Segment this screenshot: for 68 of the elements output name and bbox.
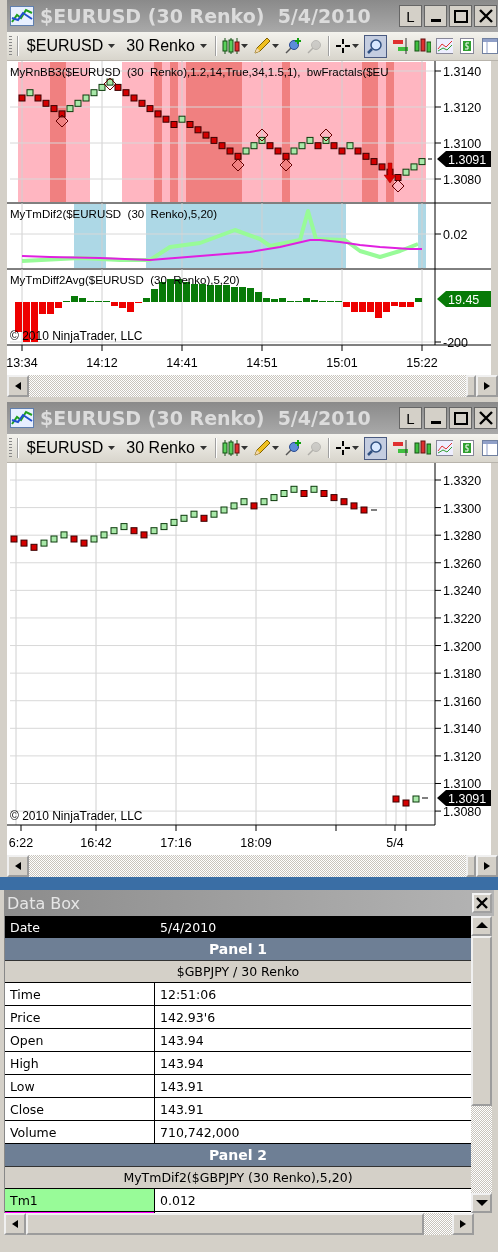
- axis-label: 1.3140: [443, 722, 482, 737]
- time-label: 14:41: [166, 356, 198, 370]
- table-cell-text: Date: [9, 918, 41, 937]
- axis-label: -200: [443, 336, 469, 350]
- axis-label: 1.3080: [443, 173, 482, 187]
- price-marker: 1.3091: [437, 151, 491, 167]
- instrument-dropdown[interactable]: $EURUSD: [23, 437, 119, 459]
- indicator-label: MyTmDiff2Avg($EURUSD (30 Renko),5,20): [10, 274, 240, 286]
- time-label: 13:34: [7, 356, 38, 370]
- time-label: 6:22: [8, 836, 34, 850]
- window-title: Data Box: [7, 893, 81, 913]
- table-cell-text: 143.94: [159, 1054, 205, 1073]
- section-header: Panel 1: [5, 938, 471, 961]
- table-cell-text: 710,742,000: [159, 1123, 241, 1142]
- link-button[interactable]: L: [399, 407, 422, 429]
- time-label: 15:01: [326, 356, 358, 370]
- axis-label: 1.3100: [443, 137, 482, 151]
- axis-label: 1.3320: [443, 474, 482, 488]
- table-cell: Close: [5, 1098, 155, 1120]
- axis-label: 1.3300: [443, 501, 482, 516]
- axis-label: 1.3140: [443, 65, 482, 79]
- period-dropdown[interactable]: 30 Renko: [123, 35, 210, 57]
- time-label: 5/4: [386, 836, 404, 850]
- table-cell: Low: [5, 1075, 155, 1097]
- axis-label: 1.3260: [443, 556, 482, 571]
- indicator-label: MyRnBB3($EURUSD (30 Renko),1.2,14,True,34,1.5,1), bwFractals($EU: [10, 66, 389, 78]
- axis-label: 0.02: [443, 228, 468, 242]
- time-label: 17:16: [160, 836, 192, 850]
- section-subheader: MyTmDif2($GBPJPY (30 Renko),5,20): [5, 1167, 471, 1189]
- table-cell-text: 142.93'6: [159, 1008, 217, 1027]
- table-cell: Tm1: [5, 1189, 155, 1211]
- price-marker: 1.3091: [437, 790, 491, 806]
- time-label: 15:22: [406, 356, 438, 370]
- axis-label: 1.3120: [443, 101, 482, 115]
- period-dropdown[interactable]: 30 Renko: [123, 437, 210, 459]
- table-cell-text: 5/4/2010: [159, 918, 218, 937]
- instrument-dropdown[interactable]: $EURUSD: [23, 35, 119, 57]
- axis-label: 1.3080: [443, 805, 482, 820]
- table-cell-text: 0.012: [159, 1191, 197, 1210]
- table-cell: Time: [5, 983, 155, 1005]
- time-label: 18:09: [240, 836, 272, 850]
- axis-label: 1.3160: [443, 694, 482, 709]
- time-label: 16:42: [80, 836, 112, 850]
- table-cell-text: 12:51:06: [159, 985, 218, 1004]
- table-cell: Price: [5, 1006, 155, 1028]
- window-title: $EURUSD (30 Renko) 5/4/2010: [40, 407, 372, 429]
- axis-label: 1.3180: [443, 667, 482, 682]
- table-cell-text: 143.91: [159, 1077, 205, 1096]
- link-button[interactable]: L: [399, 5, 422, 27]
- time-label: 14:51: [246, 356, 278, 370]
- table-cell-text: 143.91: [159, 1100, 205, 1119]
- axis-label: 1.3240: [443, 584, 482, 599]
- time-label: 14:12: [86, 356, 118, 370]
- axis-label: 1.3100: [443, 777, 482, 792]
- section-header: Panel 2: [5, 1144, 471, 1167]
- copyright-text: © 2010 NinjaTrader, LLC: [10, 809, 143, 823]
- table-cell: Open: [5, 1029, 155, 1051]
- table-cell: Volume: [5, 1121, 155, 1143]
- axis-label: 1.3120: [443, 749, 482, 764]
- table-cell-text: 143.94: [159, 1031, 205, 1050]
- table-cell: High: [5, 1052, 155, 1074]
- indicator-label: MyTmDif2($EURUSD (30 Renko),5,20): [10, 208, 218, 220]
- axis-label: 1.3200: [443, 639, 482, 654]
- price-marker: 19.45: [437, 291, 491, 307]
- axis-label: 1.3280: [443, 529, 482, 544]
- section-subheader: $GBPJPY / 30 Renko: [5, 961, 471, 983]
- window-title: $EURUSD (30 Renko) 5/4/2010: [40, 5, 372, 27]
- axis-label: 1.3220: [443, 611, 482, 626]
